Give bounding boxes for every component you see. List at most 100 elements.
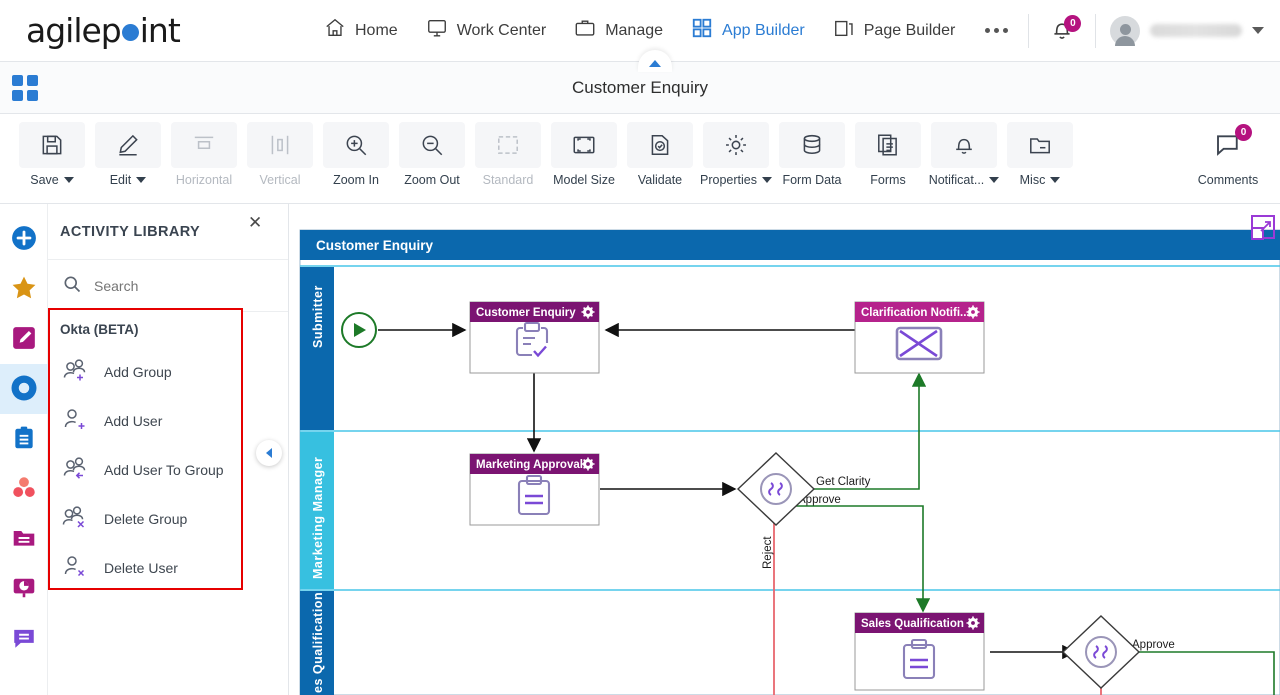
clipboard-icon [11,425,37,454]
okta-group-name: Okta (BETA) [60,321,139,337]
okta-activity-group-highlight: Okta (BETA) Add Group Add User Add User … [48,308,243,590]
toolbar-properties-label: Properties [700,173,772,187]
activity-add-user-to-group[interactable]: Add User To Group [50,446,241,495]
logo-text-part2: int [139,11,181,50]
gear-icon [703,122,769,168]
home-icon [324,17,346,44]
chat-icon [11,625,37,654]
toolbar-validate-label: Validate [637,173,683,187]
toolbar-comments[interactable]: 0 Comments [1190,122,1266,187]
folder-icon [1007,122,1073,168]
rail-item-okta[interactable] [0,364,48,414]
chevron-up-icon [649,60,661,67]
avatar [1110,15,1141,46]
rail-item-integrations[interactable] [0,464,48,514]
dot-1 [985,28,991,33]
nav-item-manage[interactable]: Manage [560,11,677,50]
rail-item-chat[interactable] [0,614,48,664]
lane-label-sales-qualification: es Qualification [311,592,325,693]
activity-delete-group[interactable]: Delete Group [50,495,241,544]
more-menu-button[interactable] [969,22,1024,39]
search-input[interactable] [94,277,244,294]
add-group-icon [62,358,92,387]
user-menu[interactable] [1100,15,1265,46]
chevron-down-icon[interactable] [1252,27,1265,34]
favorites-star-icon [10,274,38,305]
forms-icon [855,122,921,168]
rail-item-add[interactable] [0,214,48,264]
activity-library-panel: ACTIVITY LIBRARY Okta (BETA) Add Group [48,204,289,695]
bell-icon [931,122,997,168]
toolbar-comments-label: Comments [1197,173,1259,187]
toolbar-zoom-in[interactable]: Zoom In [318,122,394,187]
toolbar-save[interactable]: Save [14,122,90,187]
avatar-body [1115,35,1136,46]
zoom-in-icon [323,122,389,168]
task-title: Sales Qualification [861,618,964,630]
top-navigation-bar: agilep int Home Work Center Manage App B… [0,0,1280,62]
nav-label-home: Home [355,21,398,39]
notifications-button[interactable]: 0 [1033,15,1091,45]
toolbar-edit[interactable]: Edit [90,122,166,187]
toolbar-notifications-label: Notificat... [929,173,1000,187]
toolbar-horizontal-label: Horizontal [175,173,233,187]
toolbar-properties[interactable]: Properties [698,122,774,187]
toolbar-validate[interactable]: Validate [622,122,698,187]
rail-item-favorites[interactable] [0,264,48,314]
task-customer-enquiry[interactable]: Customer Enquiry [469,301,600,374]
toolbar-save-label: Save [30,173,74,187]
flow-label-approve-2: Approve [1132,639,1175,651]
rail-item-analytics[interactable] [0,564,48,614]
task-sales-qualification[interactable]: Sales Qualification [854,612,985,691]
agilepoint-logo[interactable]: agilep int [26,11,226,50]
nav-item-app-builder[interactable]: App Builder [677,11,819,50]
toolbar-horizontal[interactable]: Horizontal [166,122,242,187]
add-icon [11,225,37,254]
edit-square-icon [11,325,37,354]
toolbar-model-size[interactable]: Model Size [546,122,622,187]
page-title: Customer Enquiry [571,77,709,97]
briefcase-icon [574,17,596,44]
toolbar-vertical-label: Vertical [259,173,301,187]
analytics-monitor-icon [11,575,37,604]
toolbar-notifications[interactable]: Notificat... [926,122,1002,187]
comments-count-badge: 0 [1235,124,1252,141]
toolbar-vertical[interactable]: Vertical [242,122,318,187]
chevron-left-icon [266,448,272,458]
toolbar-forms[interactable]: Forms [850,122,926,187]
notification-count-badge: 0 [1064,15,1082,32]
user-name-redacted [1150,24,1243,37]
nav-item-home[interactable]: Home [310,11,412,50]
nav-item-work-center[interactable]: Work Center [412,11,561,50]
activity-label: Delete Group [104,511,188,528]
nav-label-work-center: Work Center [456,21,547,39]
search-row [48,260,288,312]
search-icon [62,274,82,297]
monitor-icon [426,17,448,44]
chevron-down-icon [989,177,1000,183]
standard-size-icon [475,122,541,168]
nav-divider-1 [1028,13,1030,48]
task-marketing-approval[interactable]: Marketing Approval [469,453,600,526]
activity-add-user[interactable]: Add User [50,397,241,446]
activity-delete-user[interactable]: Delete User [50,544,241,588]
rail-item-folder[interactable] [0,514,48,564]
collapse-panel-button[interactable] [256,440,282,466]
toolbar-misc[interactable]: Misc [1002,122,1078,187]
nav-item-page-builder[interactable]: Page Builder [819,11,970,50]
toolbar-zoom-out[interactable]: Zoom Out [394,122,470,187]
rail-item-tasks[interactable] [0,414,48,464]
rail-item-edit[interactable] [0,314,48,364]
nav-label-page-builder: Page Builder [863,21,956,39]
delete-group-icon [62,505,92,534]
toolbar-form-data[interactable]: Form Data [774,122,850,187]
nav-label-manage: Manage [605,21,664,39]
close-icon[interactable]: ✕ [248,214,262,231]
zoom-out-icon [399,122,465,168]
toolbar-edit-label: Edit [110,173,147,187]
activity-add-group[interactable]: Add Group [50,348,241,397]
process-diagram-canvas[interactable]: Customer Enquiry Submitter Marketing Man… [289,204,1280,695]
integration-dots-icon [10,474,38,505]
task-clarification-notification[interactable]: Clarification Notifi... [854,301,985,374]
toolbar-standard[interactable]: Standard [470,122,546,187]
